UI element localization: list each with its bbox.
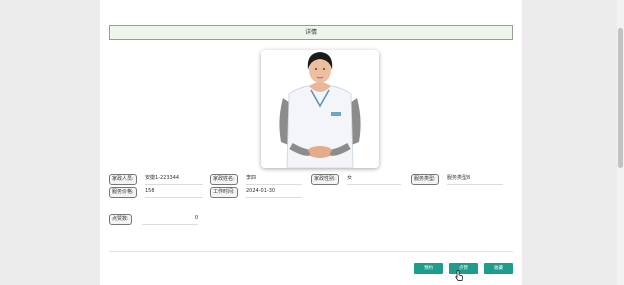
field-staff-id: 家政人员: 安徽1-223344 <box>109 174 204 185</box>
staff-id-value: 安徽1-223344 <box>145 174 203 185</box>
service-type-value: 服务类型8 <box>447 174 503 185</box>
field-work-time: 工作时间: 2024-01-30 <box>210 187 302 198</box>
footer-divider <box>109 251 513 252</box>
pointer-cursor-icon <box>455 266 463 285</box>
scrollbar-thumb[interactable] <box>618 28 623 168</box>
book-button[interactable]: 预约 <box>414 263 443 274</box>
like-count-label: 点赞数: <box>109 214 132 225</box>
field-staff-gender: 家政性别: 女 <box>311 174 401 185</box>
detail-page: 详情 家政人员: 安徽1-223344 家政姓名: 李四 家政性别: 女 服务类… <box>100 0 522 285</box>
field-staff-name: 家政姓名: 李四 <box>210 174 302 185</box>
staff-photo-image <box>261 50 379 168</box>
service-price-value: 158 <box>145 187 203 198</box>
staff-gender-label: 家政性别: <box>311 174 339 185</box>
work-time-value: 2024-01-30 <box>246 187 302 198</box>
staff-name-value: 李四 <box>246 174 302 185</box>
work-time-label: 工作时间: <box>210 187 238 198</box>
favorite-button[interactable]: 收藏 <box>484 263 513 274</box>
service-type-label: 服务类型: <box>411 174 439 185</box>
staff-photo <box>261 50 379 168</box>
staff-id-label: 家政人员: <box>109 174 137 185</box>
staff-gender-value: 女 <box>347 174 401 185</box>
service-price-label: 服务价格: <box>109 187 137 198</box>
field-service-type: 服务类型: 服务类型8 <box>411 174 503 185</box>
field-service-price: 服务价格: 158 <box>109 187 204 198</box>
field-like-count: 点赞数: 0 <box>109 214 199 225</box>
detail-title: 详情 <box>109 25 513 40</box>
like-count-value: 0 <box>142 214 198 225</box>
vertical-scrollbar[interactable] <box>617 0 624 285</box>
like-button[interactable]: 点赞 <box>449 263 478 274</box>
staff-name-label: 家政姓名: <box>210 174 238 185</box>
